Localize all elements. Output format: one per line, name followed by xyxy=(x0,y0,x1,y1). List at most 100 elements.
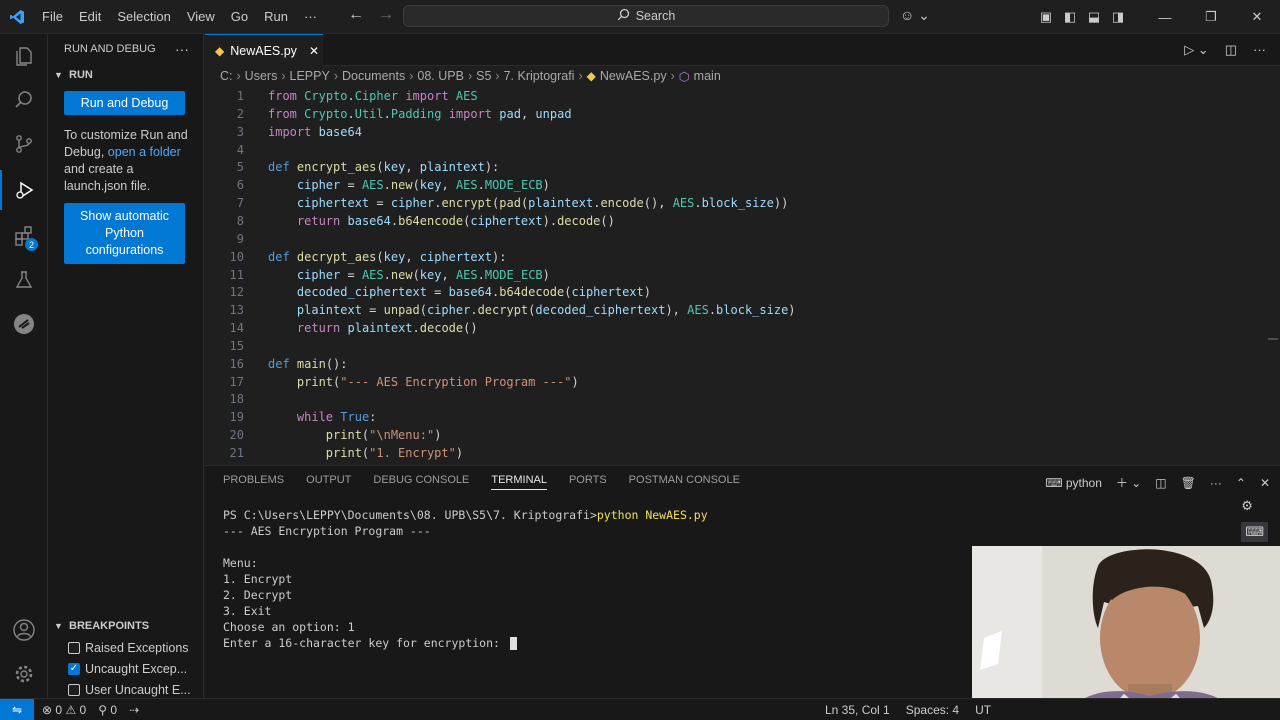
breadcrumb-item[interactable]: 08. UPB xyxy=(417,69,464,83)
run-section-header[interactable]: ▼ RUN xyxy=(48,64,203,86)
menu-selection[interactable]: Selection xyxy=(109,9,178,24)
command-center-search[interactable]: Search xyxy=(403,5,889,27)
code-line[interactable]: 5 def encrypt_aes(key, plaintext): xyxy=(205,158,1280,176)
tab-output[interactable]: OUTPUT xyxy=(306,474,351,490)
code-line[interactable]: 3 import base64 xyxy=(205,123,1280,141)
search-view-icon[interactable] xyxy=(0,80,48,120)
line-number: 4 xyxy=(236,142,244,157)
close-tab-icon[interactable]: ✕ xyxy=(309,44,319,58)
toggle-secondary-sidebar-icon[interactable]: ◨ xyxy=(1106,9,1130,25)
code-line[interactable]: 7 ciphertext = cipher.encrypt(pad(plaint… xyxy=(205,194,1280,212)
code-line[interactable]: 15 xyxy=(205,337,1280,355)
forward-arrow-icon[interactable]: → xyxy=(378,6,394,24)
indentation-status[interactable]: Spaces: 4 xyxy=(906,703,959,717)
tab-problems[interactable]: PROBLEMS xyxy=(223,474,284,490)
terminal-cursor xyxy=(509,637,517,650)
tab-terminal[interactable]: TERMINAL xyxy=(491,474,547,490)
breadcrumb-item[interactable]: S5 xyxy=(476,69,491,83)
code-line[interactable]: 17 print("--- AES Encryption Program ---… xyxy=(205,373,1280,391)
code-line[interactable]: 16 def main(): xyxy=(205,355,1280,373)
menu-run[interactable]: Run xyxy=(256,9,296,24)
menu-go[interactable]: Go xyxy=(223,9,256,24)
open-folder-link[interactable]: open a folder xyxy=(108,145,181,159)
code-line[interactable]: 10 def decrypt_aes(key, ciphertext): xyxy=(205,248,1280,266)
new-terminal-icon[interactable]: ＋ ⌄ xyxy=(1116,474,1141,491)
tab-postman-console[interactable]: POSTMAN CONSOLE xyxy=(629,474,740,490)
kill-terminal-trash-icon[interactable]: 🗑 xyxy=(1181,476,1196,490)
breadcrumb-item[interactable]: C: xyxy=(220,69,233,83)
close-window-icon[interactable]: ✕ xyxy=(1234,0,1280,34)
source-control-icon[interactable] xyxy=(0,124,48,164)
split-editor-icon[interactable]: ◫ xyxy=(1225,42,1237,58)
breadcrumb-item[interactable]: LEPPY xyxy=(290,69,330,83)
code-line[interactable]: 8 return base64.b64encode(ciphertext).de… xyxy=(205,212,1280,230)
breadcrumb-item[interactable]: Users xyxy=(245,69,278,83)
terminal-output[interactable]: PS C:\Users\LEPPY\Documents\08. UPB\S5\7… xyxy=(223,507,708,651)
code-editor[interactable]: 1 from Crypto.Cipher import AES 2 from Cryp… xyxy=(205,86,1280,464)
menu-view[interactable]: View xyxy=(179,9,223,24)
breakpoint-uncaught-exceptions[interactable]: ✓ Uncaught Excep... xyxy=(48,658,204,679)
breadcrumb-item[interactable]: 7. Kriptografi xyxy=(504,69,575,83)
tab-ports[interactable]: PORTS xyxy=(569,474,607,490)
breakpoint-user-uncaught[interactable]: User Uncaught E... xyxy=(48,679,204,700)
settings-gear-icon[interactable] xyxy=(0,654,48,694)
minimize-icon[interactable]: — xyxy=(1142,0,1188,34)
code-line[interactable]: 20 print("\nMenu:") xyxy=(205,426,1280,444)
tab-newaes-py[interactable]: ◆ NewAES.py ✕ xyxy=(205,34,323,66)
encoding-status[interactable]: UT xyxy=(975,703,991,717)
checkbox[interactable] xyxy=(68,641,80,654)
code-line[interactable]: 19 while True: xyxy=(205,408,1280,426)
breakpoint-raised-exceptions[interactable]: Raised Exceptions xyxy=(48,637,204,658)
remote-explorer-icon[interactable] xyxy=(0,304,48,344)
code-line[interactable]: 18 xyxy=(205,390,1280,408)
run-and-debug-button[interactable]: Run and Debug xyxy=(64,91,185,115)
split-terminal-icon[interactable]: ◫ xyxy=(1155,476,1166,490)
code-line[interactable]: 1 from Crypto.Cipher import AES xyxy=(205,87,1280,105)
testing-flask-icon[interactable] xyxy=(0,260,48,300)
show-python-configurations-button[interactable]: Show automatic Python configurations xyxy=(64,203,185,264)
copilot-icon[interactable]: ☺ ⌄ xyxy=(900,7,930,24)
code-line[interactable]: 2 from Crypto.Util.Padding import pad, un… xyxy=(205,105,1280,123)
extensions-icon[interactable]: 2 xyxy=(0,216,48,256)
ports-status[interactable]: ⚲ 0 xyxy=(98,703,117,717)
run-debug-icon[interactable] xyxy=(0,170,48,210)
terminal-instance-icon[interactable]: ⌨ xyxy=(1241,522,1268,542)
explorer-icon[interactable] xyxy=(0,36,48,76)
breadcrumb-item[interactable]: Documents xyxy=(342,69,405,83)
run-python-file-icon[interactable]: ▷ ⌄ xyxy=(1184,42,1209,58)
toggle-sidebar-icon[interactable]: ◧ xyxy=(1058,9,1082,25)
menu-file[interactable]: File xyxy=(34,9,71,24)
code-line[interactable]: 11 cipher = AES.new(key, AES.MODE_ECB) xyxy=(205,266,1280,284)
terminal-shell-selector[interactable]: ⌨ python xyxy=(1045,476,1102,490)
remote-indicator-icon[interactable]: ⇋ xyxy=(0,698,34,720)
menu-more[interactable]: ··· xyxy=(296,9,325,24)
sidebar-more-icon[interactable]: ··· xyxy=(175,41,189,57)
editor-more-icon[interactable]: ··· xyxy=(1253,42,1266,58)
tab-debug-console[interactable]: DEBUG CONSOLE xyxy=(373,474,469,490)
toggle-panel-icon[interactable]: ⬓ xyxy=(1082,9,1106,25)
code-line[interactable]: 13 plaintext = unpad(cipher.decrypt(deco… xyxy=(205,301,1280,319)
breadcrumb-item[interactable]: main xyxy=(694,69,721,83)
code-line[interactable]: 6 cipher = AES.new(key, AES.MODE_ECB) xyxy=(205,176,1280,194)
code-line[interactable]: 4 xyxy=(205,141,1280,159)
code-line[interactable]: 9 xyxy=(205,230,1280,248)
panel-more-icon[interactable]: ··· xyxy=(1210,476,1222,490)
close-panel-icon[interactable]: ✕ xyxy=(1260,476,1270,490)
code-line[interactable]: 21 print("1. Encrypt") xyxy=(205,444,1280,462)
debug-gear-icon[interactable]: ⚙ xyxy=(1241,498,1268,514)
code-line[interactable]: 12 decoded_ciphertext = base64.b64decode… xyxy=(205,283,1280,301)
cursor-position[interactable]: Ln 35, Col 1 xyxy=(825,703,890,717)
back-arrow-icon[interactable]: ← xyxy=(348,6,364,24)
breakpoints-section-header[interactable]: ▼ BREAKPOINTS xyxy=(48,615,204,637)
debug-status-icon[interactable]: ⇢ xyxy=(129,703,139,717)
customize-layout-icon[interactable]: ▣ xyxy=(1034,9,1058,25)
problems-status[interactable]: ⊗ 0 ⚠ 0 xyxy=(42,703,86,717)
breadcrumb-item[interactable]: NewAES.py xyxy=(600,69,667,83)
checkbox-checked[interactable]: ✓ xyxy=(68,662,80,675)
accounts-icon[interactable] xyxy=(0,610,48,650)
code-line[interactable]: 14 return plaintext.decode() xyxy=(205,319,1280,337)
restore-icon[interactable]: ❐ xyxy=(1188,0,1234,34)
menu-edit[interactable]: Edit xyxy=(71,9,109,24)
checkbox[interactable] xyxy=(68,683,80,696)
maximize-panel-chevron-up-icon[interactable]: ⌃ xyxy=(1236,476,1246,490)
